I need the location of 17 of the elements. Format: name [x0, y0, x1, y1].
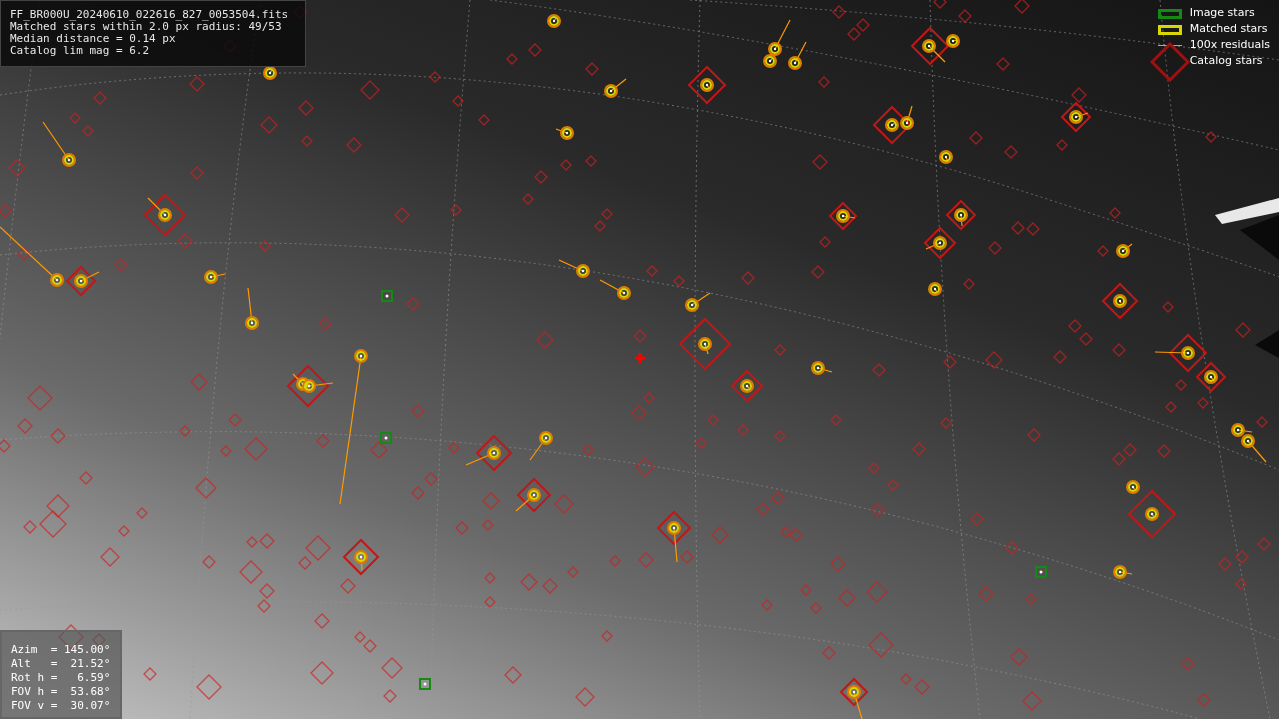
info-text: Median distance = 0.14 px — [10, 33, 177, 45]
image-star-rectangle-icon — [1157, 8, 1182, 19]
pointing-text: Rot h = 6.59° — [11, 671, 112, 685]
legend-label: Catalog stars — [1189, 53, 1263, 70]
diamond-icon — [1149, 41, 1190, 82]
pointing-text: FOV h = 53.68° — [11, 685, 112, 699]
line-icon — [1157, 45, 1182, 46]
info-text: FF_BR000U_20240610_022616_827_0053504.fits — [10, 9, 290, 21]
info-text: Catalog lim mag = 6.2 — [10, 45, 151, 57]
info-text: Matched stars within 2.0 px radius: 49/53 — [10, 21, 282, 33]
legend-label: 100x residuals — [1189, 37, 1270, 54]
legend-label: Image stars — [1189, 5, 1255, 22]
pointing-text: Alt = 21.52° — [11, 657, 112, 671]
pointing-text: Azim = 145.00° — [11, 643, 112, 657]
legend-label: Matched stars — [1189, 21, 1268, 38]
pointing-text: FOV v = 30.07° — [11, 699, 112, 713]
matched-star-rectangle-icon — [1157, 24, 1182, 35]
